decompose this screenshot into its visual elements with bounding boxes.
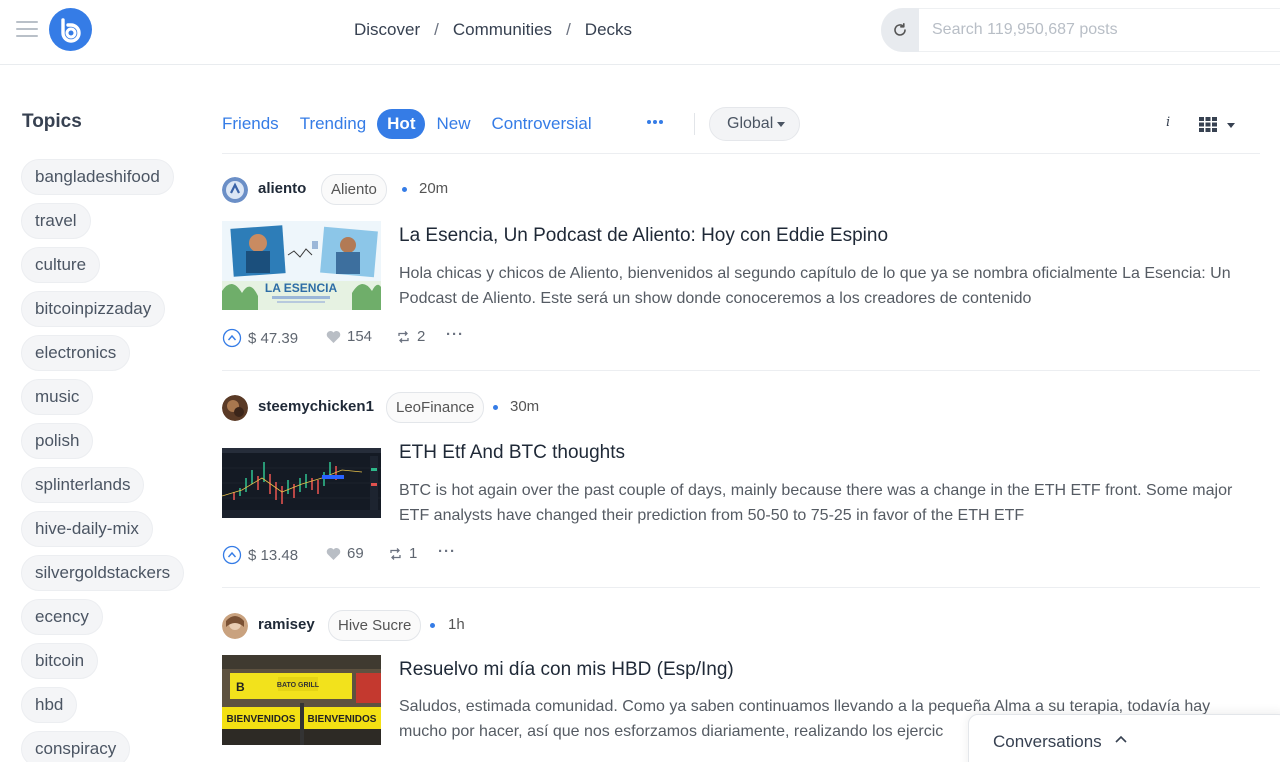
breadcrumb: Discover / Communities / Decks: [354, 20, 632, 40]
topic-pill[interactable]: hive-daily-mix: [21, 511, 153, 547]
chevron-down-icon: [777, 122, 785, 127]
topic-pill[interactable]: splinterlands: [21, 467, 145, 503]
topic-pill[interactable]: conspiracy: [21, 731, 131, 762]
divider: [222, 153, 1260, 154]
post-summary[interactable]: BTC is hot again over the past couple of…: [399, 478, 1249, 528]
post-thumbnail[interactable]: LA ESENCIA: [222, 221, 381, 310]
separator-dot: [402, 187, 407, 192]
tab-friends[interactable]: Friends: [222, 109, 279, 139]
breadcrumb-discover[interactable]: Discover: [354, 20, 420, 40]
reblogs-count: 1: [409, 545, 418, 562]
community-badge[interactable]: Aliento: [321, 174, 387, 205]
post-title[interactable]: La Esencia, Un Podcast de Aliento: Hoy c…: [399, 225, 888, 247]
topic-pill[interactable]: culture: [21, 247, 101, 283]
topic-pill[interactable]: electronics: [21, 335, 131, 371]
upvote-icon: [222, 328, 242, 348]
info-icon[interactable]: i: [1166, 115, 1170, 130]
conversations-panel-toggle[interactable]: Conversations: [968, 714, 1280, 762]
ecency-logo[interactable]: [49, 8, 92, 51]
post-thumbnail[interactable]: B BATO GRILL BIENVENIDOS BIENVENIDOS: [222, 655, 381, 745]
reblog-icon: [398, 330, 409, 343]
tab-hot[interactable]: Hot: [377, 109, 426, 139]
thumbnail-caption: LA ESENCIA: [265, 281, 338, 295]
post-time: 1h: [448, 616, 465, 633]
upvote-button[interactable]: $ 13.48: [222, 545, 298, 565]
topic-pill[interactable]: ecency: [21, 599, 103, 635]
global-filter-label: Global: [727, 115, 774, 132]
post-card: aliento Aliento 20m LA ESENCIA La Esenci…: [222, 174, 1260, 357]
upvote-icon: [222, 545, 242, 565]
topic-pill[interactable]: hbd: [21, 687, 78, 723]
breadcrumb-separator: /: [434, 20, 439, 39]
post-author[interactable]: steemychicken1: [258, 398, 374, 415]
upvote-button[interactable]: $ 47.39: [222, 328, 298, 348]
view-mode-chevron-down-icon[interactable]: [1227, 123, 1235, 128]
separator-dot: [430, 623, 435, 628]
top-header: Discover / Communities / Decks: [0, 0, 1280, 65]
post-divider: [222, 587, 1260, 588]
avatar[interactable]: [222, 395, 248, 421]
search-bar: [881, 8, 1280, 52]
heart-icon: [326, 330, 341, 343]
tab-new[interactable]: New: [436, 109, 470, 139]
separator-dot: [493, 405, 498, 410]
more-options-icon[interactable]: ···: [438, 543, 456, 560]
votes-count: 154: [347, 328, 373, 345]
tabs-divider: [694, 113, 695, 135]
post-author[interactable]: ramisey: [258, 616, 315, 633]
post-divider: [222, 370, 1260, 371]
community-badge[interactable]: Hive Sucre: [328, 610, 422, 641]
breadcrumb-communities[interactable]: Communities: [453, 20, 552, 40]
post-card: steemychicken1 LeoFinance 30m ETH Etf An…: [222, 392, 1260, 575]
heart-icon: [326, 547, 341, 560]
votes-button[interactable]: 154: [326, 328, 372, 345]
reblogs-count: 2: [417, 328, 426, 345]
post-time: 20m: [419, 180, 449, 197]
post-summary[interactable]: Hola chicas y chicos de Aliento, bienven…: [399, 261, 1249, 311]
conversations-label: Conversations: [993, 732, 1102, 751]
reblog-button[interactable]: 2: [396, 328, 425, 345]
breadcrumb-decks[interactable]: Decks: [585, 20, 632, 40]
global-filter-dropdown[interactable]: Global: [709, 107, 800, 141]
topic-pill[interactable]: music: [21, 379, 94, 415]
chevron-up-icon: [1115, 735, 1127, 743]
thumbnail-caption: BIENVENIDOS: [227, 714, 296, 725]
community-badge[interactable]: LeoFinance: [386, 392, 485, 423]
svg-text:BATO GRILL: BATO GRILL: [277, 682, 320, 689]
svg-text:B: B: [236, 680, 245, 694]
post-title[interactable]: ETH Etf And BTC thoughts: [399, 442, 625, 464]
reblog-icon: [390, 547, 401, 560]
tab-controversial[interactable]: Controversial: [492, 109, 592, 139]
search-input[interactable]: [919, 8, 1280, 52]
post-title[interactable]: Resuelvo mi día con mis HBD (Esp/Ing): [399, 659, 734, 681]
grid-view-icon[interactable]: [1199, 117, 1217, 132]
votes-button[interactable]: 69: [326, 545, 364, 562]
post-thumbnail[interactable]: [222, 448, 381, 518]
post-author[interactable]: aliento: [258, 180, 306, 197]
topic-pill[interactable]: bitcoin: [21, 643, 99, 679]
search-refresh-icon[interactable]: [881, 8, 919, 52]
payout-value: $ 47.39: [248, 329, 299, 347]
votes-count: 69: [347, 545, 364, 562]
menu-icon[interactable]: [16, 21, 38, 39]
more-tabs-icon[interactable]: [645, 112, 667, 132]
reblog-button[interactable]: 1: [388, 545, 417, 562]
topic-pill[interactable]: silvergoldstackers: [21, 555, 185, 591]
avatar[interactable]: [222, 177, 248, 203]
thumbnail-caption: BIENVENIDOS: [308, 714, 377, 725]
topic-pill[interactable]: bangladeshifood: [21, 159, 174, 195]
more-options-icon[interactable]: ···: [446, 326, 464, 343]
tab-trending[interactable]: Trending: [300, 109, 366, 139]
topic-pill[interactable]: travel: [21, 203, 91, 239]
breadcrumb-separator: /: [566, 20, 571, 39]
post-time: 30m: [510, 398, 540, 415]
feed-tabs: Friends Trending Hot New Controversial: [222, 107, 613, 141]
payout-value: $ 13.48: [248, 546, 299, 564]
topics-heading: Topics: [22, 111, 82, 132]
topic-pill[interactable]: polish: [21, 423, 94, 459]
topic-pill[interactable]: bitcoinpizzaday: [21, 291, 166, 327]
avatar[interactable]: [222, 613, 248, 639]
